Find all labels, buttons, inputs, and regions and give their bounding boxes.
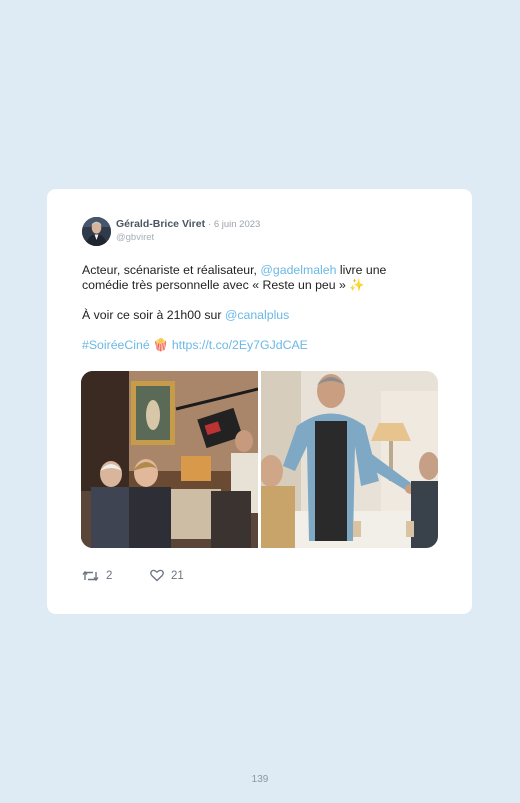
- popcorn-emoji: 🍿: [153, 338, 169, 352]
- author-line: Gérald-Brice Viret · 6 juin 2023: [116, 218, 260, 230]
- heart-icon: [150, 569, 164, 582]
- retweet-button[interactable]: 2: [82, 569, 112, 583]
- text-segment: À voir ce soir à 21h00 sur: [82, 308, 225, 322]
- text-segment: Acteur, scénariste et réalisateur,: [82, 263, 261, 277]
- photo-actor[interactable]: [261, 371, 438, 548]
- mention-gadelmaleh[interactable]: @gadelmaleh: [260, 263, 336, 277]
- tweet-text-line-3: À voir ce soir à 21h00 sur @canalplus: [82, 308, 289, 323]
- mention-canalplus[interactable]: @canalplus: [225, 308, 289, 322]
- author-name[interactable]: Gérald-Brice Viret: [116, 218, 205, 230]
- tweet-text-line-1: Acteur, scénariste et réalisateur, @gade…: [82, 263, 386, 278]
- media-gallery: [81, 371, 438, 548]
- author-handle[interactable]: @gbviret: [116, 232, 154, 243]
- tweet-card: Gérald-Brice Viret · 6 juin 2023 @gbvire…: [47, 189, 472, 614]
- retweet-icon: [82, 570, 99, 582]
- hashtag-link[interactable]: #SoiréeCiné: [82, 338, 150, 352]
- photo-film-set[interactable]: [81, 371, 258, 548]
- tweet-date[interactable]: · 6 juin 2023: [208, 219, 260, 230]
- like-count: 21: [171, 569, 184, 582]
- like-button[interactable]: 21: [150, 569, 184, 582]
- tweet-text-line-2: comédie très personnelle avec « Reste un…: [82, 278, 365, 292]
- retweet-count: 2: [106, 570, 113, 582]
- tweet-text-line-4: #SoiréeCiné 🍿 https://t.co/2Ey7GJdCAE: [82, 338, 308, 353]
- page-number: 139: [251, 774, 269, 785]
- tweet-url-link[interactable]: https://t.co/2Ey7GJdCAE: [172, 338, 308, 352]
- text-segment: livre une: [336, 263, 387, 277]
- avatar[interactable]: [82, 217, 111, 246]
